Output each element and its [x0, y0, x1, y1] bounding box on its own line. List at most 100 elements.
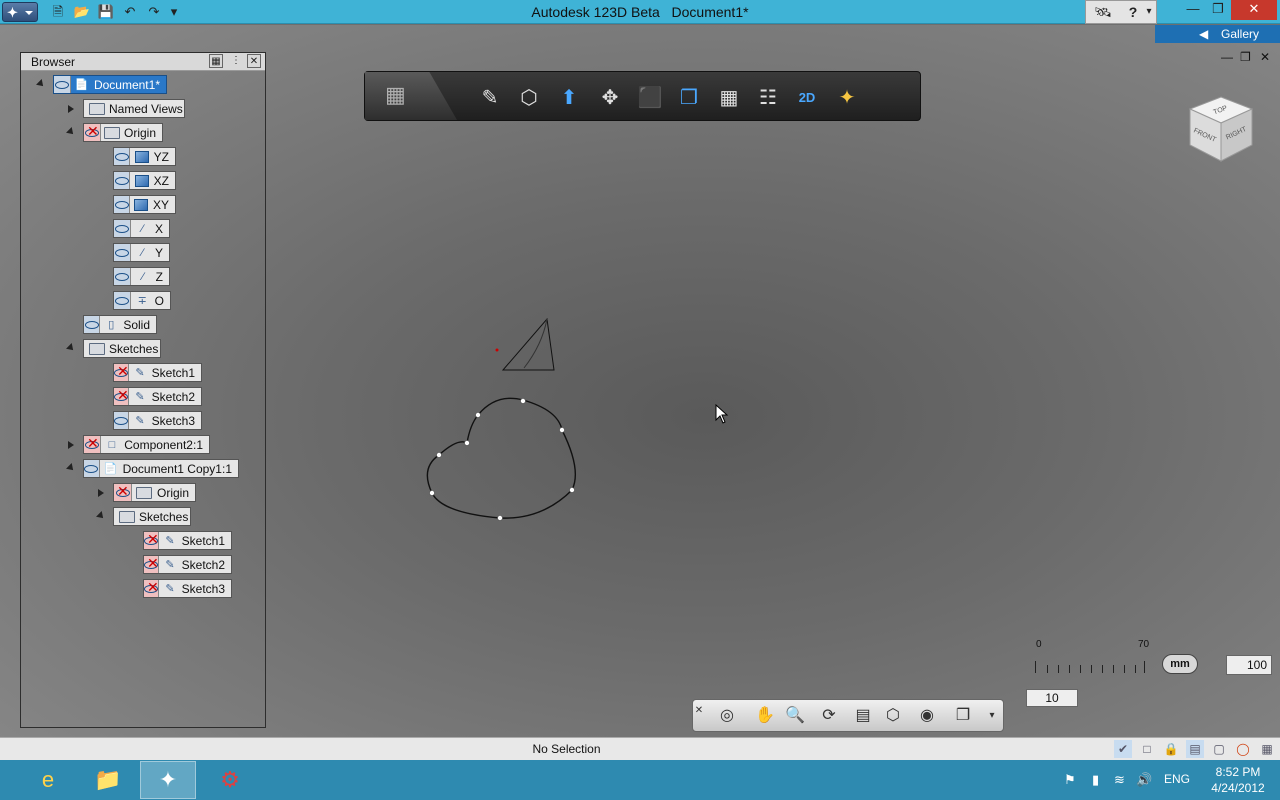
hidden-eye-icon[interactable]: [84, 435, 101, 453]
close-button[interactable]: ✕: [1231, 0, 1277, 20]
orbit-icon[interactable]: ⟳: [815, 705, 843, 727]
redo-icon[interactable]: ↷: [144, 3, 164, 21]
spline-point[interactable]: [429, 490, 435, 496]
hidden-eye-icon[interactable]: [114, 483, 132, 501]
steering-wheel-icon[interactable]: ◎: [713, 705, 741, 727]
visibility-eye-icon[interactable]: [114, 292, 131, 309]
zoom-icon[interactable]: 🔍: [781, 705, 809, 727]
file-explorer-icon[interactable]: 📁: [80, 761, 136, 799]
expand-toggle-icon[interactable]: [98, 489, 104, 497]
application-menu-button[interactable]: ✦: [2, 2, 38, 22]
hidden-eye-icon[interactable]: [114, 387, 130, 405]
pan-hand-icon[interactable]: ✋: [751, 705, 779, 727]
open-file-icon[interactable]: 📂: [72, 3, 92, 21]
2d-icon[interactable]: 2D: [790, 80, 824, 114]
tree-node-copy-sketch3[interactable]: ✎ Sketch3: [143, 579, 232, 598]
visibility-eye-icon[interactable]: [114, 148, 131, 165]
combine-icon[interactable]: ❐: [672, 80, 706, 114]
tree-node-axis-x[interactable]: ∕ X: [113, 219, 170, 238]
visibility-eye-icon[interactable]: [114, 172, 131, 189]
grid-value-field[interactable]: 10: [1026, 689, 1078, 707]
language-indicator[interactable]: ENG: [1164, 772, 1190, 786]
tree-node-sketch3[interactable]: ✎ Sketch3: [113, 411, 202, 430]
viewport-minimize-icon[interactable]: —: [1221, 50, 1233, 64]
spline-point[interactable]: [475, 412, 481, 418]
visibility-eye-icon[interactable]: [114, 220, 132, 237]
minimize-button[interactable]: —: [1180, 0, 1206, 20]
spline-point[interactable]: [520, 398, 526, 404]
sketch-spline[interactable]: [426, 397, 577, 519]
snap-icon[interactable]: □: [1138, 740, 1156, 758]
browser-options-icon[interactable]: ▦: [209, 54, 223, 68]
hidden-eye-icon[interactable]: [144, 555, 160, 573]
primitives-box-icon[interactable]: ⬡: [512, 80, 546, 114]
tree-node-named-views[interactable]: Named Views: [83, 99, 185, 118]
help-icon[interactable]: ?: [1122, 1, 1144, 23]
tree-node-document[interactable]: 📄 Document1*: [53, 75, 167, 94]
sketch-pencil-icon[interactable]: ✎: [473, 80, 507, 114]
visibility-eye-icon[interactable]: [114, 196, 131, 213]
hidden-eye-icon[interactable]: [144, 531, 160, 549]
viewport-restore-icon[interactable]: ❐: [1240, 50, 1251, 64]
spline-point[interactable]: [497, 515, 503, 521]
tree-node-sketch2[interactable]: ✎ Sketch2: [113, 387, 202, 406]
satellite-icon[interactable]: 🛰: [1092, 1, 1114, 23]
toolbar-hub[interactable]: ▦: [365, 72, 457, 120]
group-icon[interactable]: ☷: [751, 80, 785, 114]
display-mode-icon[interactable]: ⬡: [879, 705, 907, 727]
browser-pin-icon[interactable]: ⋮: [229, 54, 243, 68]
tree-node-document-copy[interactable]: 📄 Document1 Copy1:1: [83, 459, 239, 478]
quick-access-dropdown-icon[interactable]: ▾: [164, 3, 184, 21]
visibility-eye-icon[interactable]: [54, 76, 71, 93]
viewport-close-icon[interactable]: ✕: [1260, 50, 1270, 64]
visual-style-icon[interactable]: ◉: [913, 705, 941, 727]
tree-node-component2[interactable]: □ Component2:1: [83, 435, 210, 454]
tree-node-sketches[interactable]: Sketches: [83, 339, 161, 358]
tree-node-plane-yz[interactable]: YZ: [113, 147, 176, 166]
clock[interactable]: 8:52 PM 4/24/2012: [1198, 764, 1278, 796]
visibility-eye-icon[interactable]: [114, 412, 130, 429]
tree-node-axis-y[interactable]: ∕ Y: [113, 243, 170, 262]
maximize-button[interactable]: ❐: [1205, 0, 1231, 20]
volume-icon[interactable]: 🔊: [1136, 772, 1152, 788]
autodesk-123d-taskbar-icon[interactable]: ✦: [140, 761, 196, 799]
spline-point[interactable]: [559, 427, 565, 433]
visibility-eye-icon[interactable]: [114, 268, 132, 285]
app-taskbar-icon[interactable]: ⚙: [202, 761, 258, 799]
visibility-eye-icon[interactable]: [84, 316, 101, 333]
tree-node-sketch1[interactable]: ✎ Sketch1: [113, 363, 202, 382]
tree-node-copy-sketch1[interactable]: ✎ Sketch1: [143, 531, 232, 550]
modify-move-icon[interactable]: ✥: [593, 80, 627, 114]
browser-close-icon[interactable]: ✕: [247, 54, 261, 68]
visibility-eye-icon[interactable]: [114, 244, 132, 261]
tree-node-copy-sketch2[interactable]: ✎ Sketch2: [143, 555, 232, 574]
spline-point[interactable]: [436, 452, 442, 458]
expand-toggle-icon[interactable]: [68, 105, 74, 113]
visibility-eye-icon[interactable]: [84, 460, 100, 477]
internet-explorer-icon[interactable]: e: [20, 761, 76, 799]
tree-node-copy-origin[interactable]: Origin: [113, 483, 196, 502]
tree-node-plane-xz[interactable]: XZ: [113, 171, 176, 190]
sketch-geometry[interactable]: [420, 310, 600, 530]
network-icon[interactable]: ≋: [1114, 772, 1125, 788]
spline-point[interactable]: [569, 487, 575, 493]
navbar-close-icon[interactable]: ✕: [693, 700, 705, 722]
units-button[interactable]: mm: [1162, 654, 1198, 674]
tree-node-axis-z[interactable]: ∕ Z: [113, 267, 170, 286]
rotate-icon[interactable]: ◯: [1234, 740, 1252, 758]
layout-icon[interactable]: ▤: [1186, 740, 1204, 758]
new-file-icon[interactable]: 🗎: [48, 3, 68, 21]
pattern-icon[interactable]: ▦: [712, 80, 746, 114]
panels-icon[interactable]: ▦: [1258, 740, 1276, 758]
undo-icon[interactable]: ↶: [120, 3, 140, 21]
hidden-eye-icon[interactable]: [84, 123, 101, 141]
tree-node-plane-xy[interactable]: XY: [113, 195, 176, 214]
tree-node-origin[interactable]: Origin: [83, 123, 163, 142]
lock-icon[interactable]: 🔒: [1162, 740, 1180, 758]
flag-icon[interactable]: ⚑: [1064, 772, 1076, 788]
scale-value-field[interactable]: 100: [1226, 655, 1272, 675]
expand-toggle-icon[interactable]: [68, 441, 74, 449]
spline-point[interactable]: [464, 440, 470, 446]
tree-node-copy-sketches[interactable]: Sketches: [113, 507, 191, 526]
select-mode-icon[interactable]: ✔: [1114, 740, 1132, 758]
